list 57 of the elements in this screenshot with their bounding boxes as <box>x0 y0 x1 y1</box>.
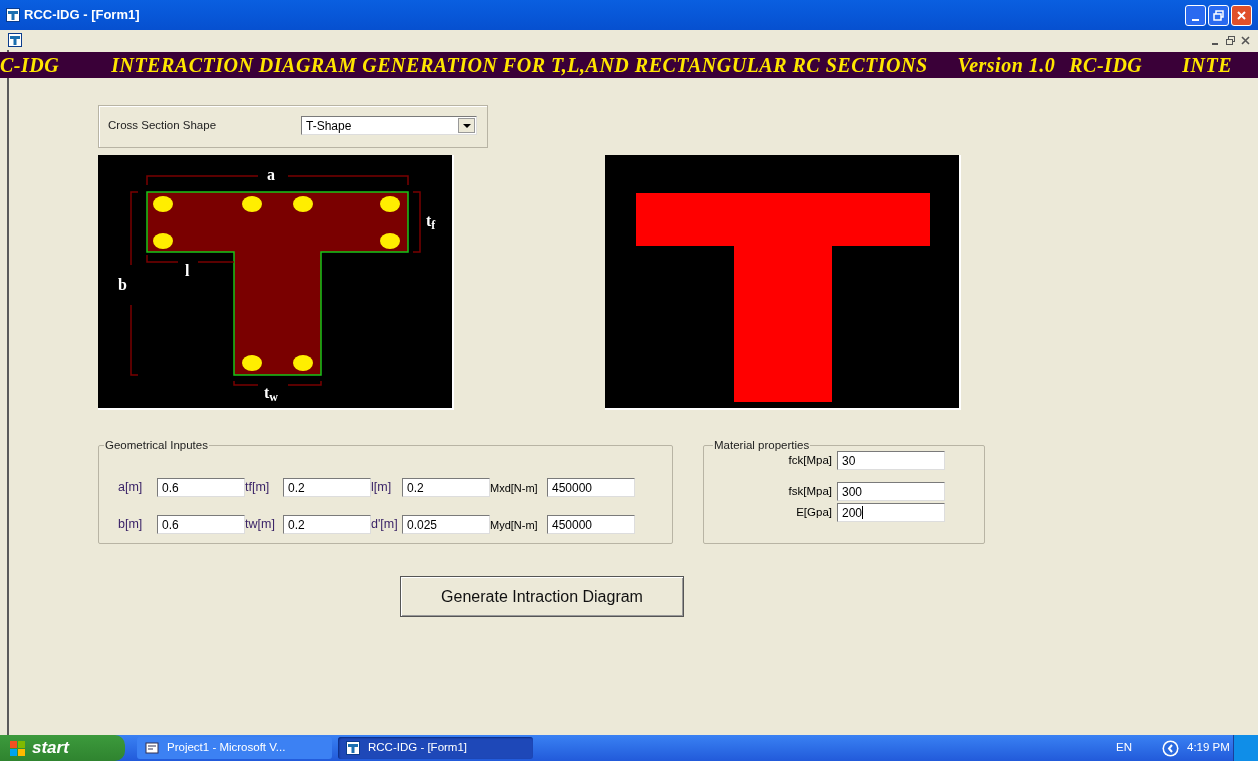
restore-icon <box>1213 9 1224 21</box>
field-label: Cross Section Shape <box>108 118 217 133</box>
banner-text: INTERACTION DIAGRAM GENERATION FOR T,L,AND RECTANGULAR RC SECTIONS <box>111 53 928 78</box>
input-field[interactable]: 450000 <box>547 478 635 498</box>
input-field[interactable]: 0.6 <box>157 478 245 498</box>
group-title: Geometrical Inputes <box>104 438 209 453</box>
taskbar-button[interactable]: Project1 - Microsoft V... <box>137 737 332 759</box>
app-icon <box>346 741 360 755</box>
field-label: tw[m] <box>245 516 276 534</box>
banner-text: INTE <box>1182 53 1233 78</box>
field-label: tf[m] <box>245 479 271 497</box>
dimension-label: l <box>185 261 190 281</box>
dimension-label: t$_{w}$ <box>264 383 278 405</box>
field-label: fsk[Mpa] <box>787 484 832 500</box>
window-title: RCC-IDG - [Form1] <box>24 6 140 25</box>
minimize-button[interactable] <box>1185 4 1206 26</box>
field-label: Mxd[N-m] <box>490 480 539 496</box>
chevron-left-icon[interactable] <box>1162 739 1179 757</box>
dropdown-arrow-icon <box>462 123 471 128</box>
input-field[interactable]: 30 <box>837 451 945 471</box>
field-label: l[m] <box>371 479 393 497</box>
dimension-label: a <box>267 165 275 185</box>
input-field[interactable]: 0.2 <box>283 478 371 498</box>
input-field[interactable]: 300 <box>837 482 945 502</box>
taskbar-button[interactable]: RCC-IDG - [Form1] <box>338 737 533 759</box>
windows-logo-icon <box>10 740 26 756</box>
banner-text: Version 1.0 <box>957 53 1056 78</box>
banner-text: RC-IDG <box>1069 53 1143 78</box>
input-field[interactable]: 0.025 <box>402 515 490 535</box>
restore-button[interactable] <box>1208 4 1229 26</box>
language-indicator[interactable]: EN <box>1116 739 1132 757</box>
generate-button[interactable]: Generate Intraction Diagram <box>400 576 684 617</box>
shape-dropdown[interactable]: T-Shape <box>301 116 477 135</box>
clock: 4:19 PM <box>1187 740 1230 756</box>
close-button[interactable] <box>1231 4 1252 26</box>
field-label: b[m] <box>118 516 144 534</box>
field-label: E[Gpa] <box>795 505 832 521</box>
input-field[interactable]: 450000 <box>547 515 635 535</box>
document-icon <box>8 33 22 47</box>
field-label: a[m] <box>118 479 144 497</box>
group-title: Material properties <box>713 438 811 453</box>
field-label: d'[m] <box>371 516 399 534</box>
close-icon[interactable] <box>1241 35 1250 45</box>
input-field[interactable]: 0.6 <box>157 515 245 535</box>
start-button[interactable]: start <box>0 735 125 761</box>
close-icon <box>1236 9 1247 21</box>
dimension-label: t$_{f}$ <box>426 211 436 233</box>
restore-icon[interactable] <box>1226 35 1235 45</box>
dimension-label: b <box>118 275 127 295</box>
field-label: fck[Mpa] <box>787 453 832 469</box>
field-label: Myd[N-m] <box>490 517 539 533</box>
input-field[interactable]: 0.2 <box>402 478 490 498</box>
program-icon <box>145 741 159 755</box>
banner-text: C-IDG <box>0 53 60 78</box>
input-field[interactable]: 200 <box>837 503 945 523</box>
input-field[interactable]: 0.2 <box>283 515 371 535</box>
app-icon <box>6 8 20 22</box>
